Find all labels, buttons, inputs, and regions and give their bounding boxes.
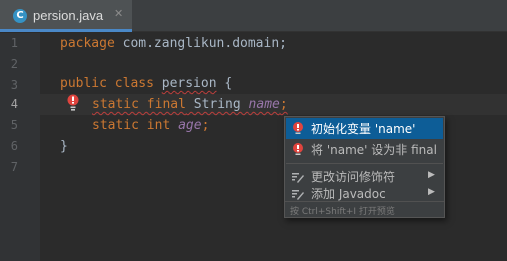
tab-label: persion.java — [33, 8, 104, 23]
error-bulb-icon — [293, 122, 303, 134]
menu-item-label: 更改访问修饰符 — [311, 170, 396, 184]
error-bulb-icon[interactable] — [67, 94, 79, 112]
code-line-1[interactable]: package com.zanglikun.domain; — [60, 33, 287, 54]
code-line-4[interactable]: static final String name; — [92, 94, 288, 115]
code-line-6[interactable]: } — [60, 136, 68, 157]
submenu-arrow-icon: ▶ — [428, 170, 435, 180]
type-name: String — [185, 97, 249, 112]
popup-footer: 按 Ctrl+Shift+I 打开预览 — [285, 201, 444, 218]
keyword: static final — [92, 97, 186, 112]
submenu-arrow-icon: ▶ — [428, 187, 435, 197]
line-number: 4 — [10, 97, 18, 111]
menu-separator — [286, 163, 443, 164]
line-number: 3 — [10, 78, 18, 92]
line-number: 7 — [10, 160, 18, 174]
code-line-3[interactable]: public class persion { — [60, 73, 232, 94]
editor-tab-bar: C persion.java ✕ — [0, 0, 507, 32]
semicolon: ; — [201, 118, 210, 133]
close-brace: } — [60, 139, 68, 154]
line-number: 1 — [10, 36, 18, 50]
preview-hint: 按 Ctrl+Shift+I 打开预览 — [290, 207, 395, 217]
package-name: com.zanglikun.domain; — [114, 36, 287, 51]
class-name: persion — [161, 76, 217, 91]
open-brace: { — [216, 76, 233, 91]
line-number: 5 — [10, 118, 18, 132]
code-line-5[interactable]: static int age; — [92, 115, 209, 136]
line-number: 6 — [10, 139, 18, 153]
intention-actions-popup: 初始化变量 'name' 将 'name' 设为非 final 更改访问修饰符 … — [284, 116, 445, 218]
menu-item-change-access-modifier[interactable]: 更改访问修饰符 ▶ — [286, 166, 443, 187]
menu-item-label: 将 'name' 设为非 final — [311, 143, 437, 157]
edit-icon — [292, 173, 304, 183]
menu-item-init-variable[interactable]: 初始化变量 'name' — [286, 118, 443, 139]
tab-persion-java[interactable]: C persion.java ✕ — [0, 0, 132, 32]
menu-item-make-non-final[interactable]: 将 'name' 设为非 final — [286, 139, 443, 160]
semicolon: ; — [279, 97, 288, 112]
java-class-icon: C — [13, 9, 27, 23]
menu-item-add-javadoc[interactable]: 添加 Javadoc ▶ — [286, 187, 443, 201]
menu-item-label: 初始化变量 'name' — [311, 122, 416, 136]
menu-item-label: 添加 Javadoc — [311, 187, 386, 201]
keyword: public class — [60, 76, 154, 91]
field-name: name — [248, 97, 280, 112]
error-bulb-icon — [293, 143, 303, 155]
close-icon[interactable]: ✕ — [114, 7, 123, 20]
keyword: static int — [92, 118, 171, 133]
edit-icon — [292, 190, 304, 200]
line-number-gutter: 1 2 3 4 5 6 7 — [0, 33, 40, 261]
field-name: age — [178, 118, 202, 133]
keyword: package — [60, 36, 115, 51]
line-number: 2 — [10, 57, 18, 71]
